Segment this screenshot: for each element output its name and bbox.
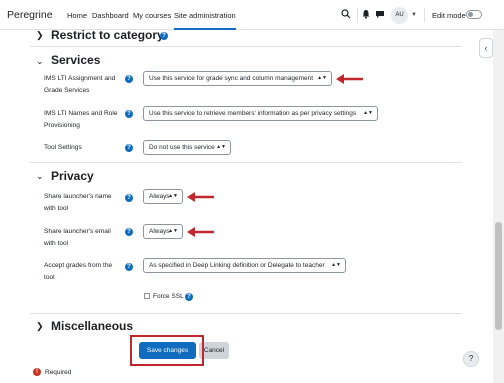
accept-grades-select[interactable]: As specified in Deep Linking definition … [143, 258, 346, 273]
annotation-arrow-icon [187, 192, 214, 202]
page-scrollbar[interactable] [493, 30, 504, 383]
site-brand[interactable]: Peregrine [7, 9, 53, 21]
user-menu-chevron-down-icon[interactable]: ▼ [411, 12, 417, 18]
accept-grades-label: Accept grades from the tool [44, 262, 113, 281]
share-name-select-value: Always [149, 193, 170, 200]
help-icon[interactable]: ? [125, 75, 133, 83]
divider [30, 162, 462, 163]
nav-site-administration[interactable]: Site administration [174, 11, 236, 30]
help-icon[interactable]: ? [125, 144, 133, 152]
accept-grades-select-value: As specified in Deep Linking definition … [149, 262, 325, 269]
chevron-down-icon[interactable]: ⌄ [36, 171, 44, 182]
top-navbar: Peregrine Home Dashboard My courses Site… [0, 0, 504, 30]
help-icon[interactable]: ? [125, 194, 133, 202]
ags-label: IMS LTI Assignment and Grade Services [44, 75, 116, 94]
divider [30, 313, 462, 314]
select-arrows-icon: ▲▼ [363, 110, 373, 116]
user-avatar[interactable]: AU [391, 7, 408, 24]
share-email-select-value: Always [149, 228, 170, 235]
help-icon[interactable]: ? [125, 110, 133, 118]
share-email-select[interactable]: Always ▲▼ [143, 224, 183, 239]
divider [30, 46, 462, 47]
block-drawer-chevron-left-icon[interactable]: ‹ [479, 38, 493, 58]
required-icon: ! [33, 368, 41, 376]
nav-home[interactable]: Home [67, 11, 87, 20]
required-label: Required [45, 369, 72, 376]
edit-mode-toggle[interactable] [466, 10, 482, 19]
nav-dashboard[interactable]: Dashboard [92, 11, 129, 20]
nav-my-courses[interactable]: My courses [133, 11, 171, 20]
tool-settings-select-value: Do not use this service [149, 144, 215, 151]
chevron-down-icon[interactable]: ⌄ [36, 56, 44, 67]
help-icon[interactable]: ? [125, 228, 133, 236]
help-icon[interactable]: ? [185, 293, 193, 301]
chevron-right-icon[interactable]: ❯ [36, 30, 44, 41]
scrollbar-thumb[interactable] [495, 222, 502, 330]
ags-select-value: Use this service for grade sync and colu… [149, 75, 314, 82]
ags-select[interactable]: Use this service for grade sync and colu… [143, 71, 332, 86]
share-name-select[interactable]: Always ▲▼ [143, 189, 183, 204]
help-icon[interactable]: ? [160, 32, 168, 40]
search-icon[interactable] [341, 9, 351, 19]
section-privacy[interactable]: Privacy [51, 169, 94, 183]
nrps-label: IMS LTI Names and Role Provisioning [44, 110, 118, 129]
tool-settings-label: Tool Settings [44, 144, 82, 151]
section-restrict-to-category[interactable]: Restrict to category [51, 28, 164, 42]
save-changes-button[interactable]: Save changes [139, 342, 196, 359]
select-arrows-icon: ▲▼ [168, 228, 178, 234]
bell-icon[interactable] [361, 9, 371, 19]
help-question-icon[interactable]: ? [463, 351, 479, 367]
nrps-select[interactable]: Use this service to retrieve members' in… [143, 106, 378, 121]
select-arrows-icon: ▲▼ [216, 144, 226, 150]
select-arrows-icon: ▲▼ [331, 262, 341, 268]
force-ssl-label[interactable]: Force SSL [153, 293, 184, 300]
section-services[interactable]: Services [51, 53, 100, 67]
chevron-right-icon[interactable]: ❯ [36, 321, 44, 332]
help-icon[interactable]: ? [125, 263, 133, 271]
annotation-arrow-icon [187, 227, 214, 237]
force-ssl-checkbox[interactable] [144, 293, 150, 299]
select-arrows-icon: ▲▼ [168, 193, 178, 199]
nav-divider [424, 8, 425, 22]
share-email-label: Share launcher's email with tool [44, 228, 111, 247]
edit-mode-label: Edit mode [432, 11, 466, 20]
tool-settings-select[interactable]: Do not use this service ▲▼ [143, 140, 231, 155]
annotation-arrow-icon [336, 74, 363, 84]
messages-icon[interactable] [375, 9, 385, 19]
section-miscellaneous[interactable]: Miscellaneous [51, 319, 133, 333]
nav-divider [357, 8, 358, 22]
nrps-select-value: Use this service to retrieve members' in… [149, 110, 357, 117]
select-arrows-icon: ▲▼ [317, 75, 327, 81]
share-name-label: Share launcher's name with tool [44, 193, 112, 212]
